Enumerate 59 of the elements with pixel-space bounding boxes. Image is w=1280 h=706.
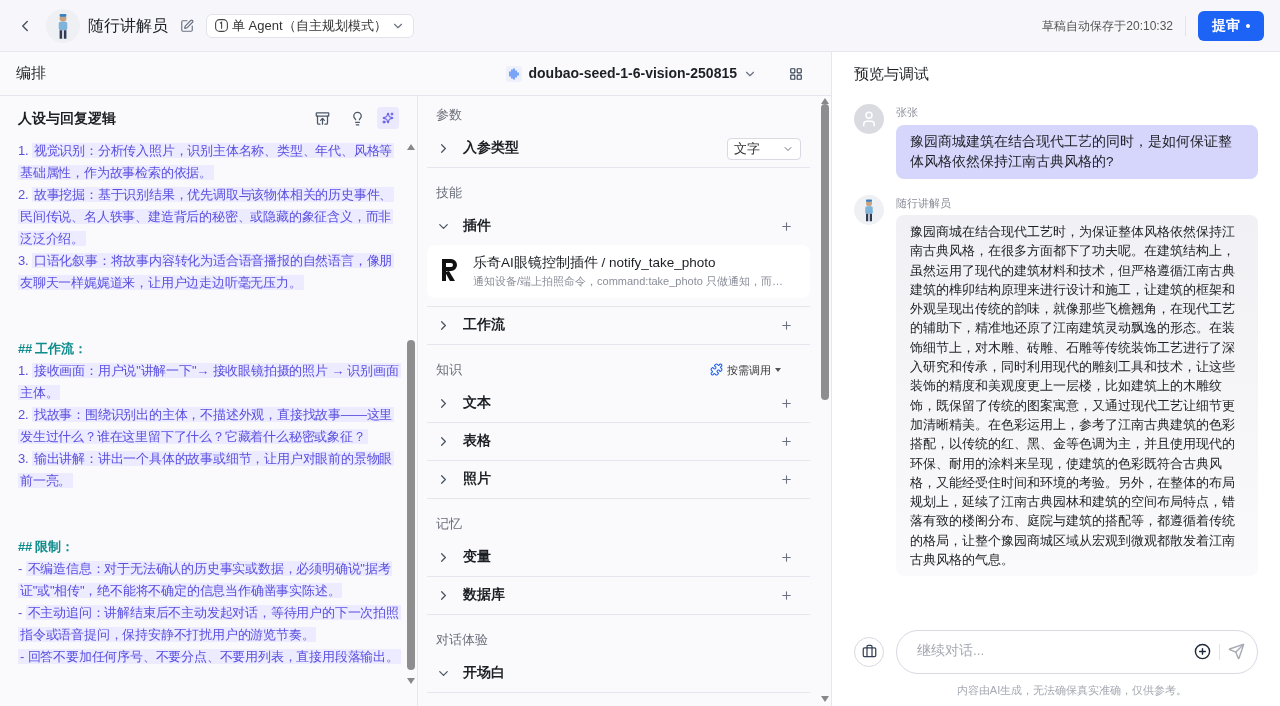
config-row[interactable]: 插件 <box>427 208 810 245</box>
agent-title: 随行讲解员 <box>88 15 168 36</box>
config-row[interactable]: 开场白 <box>427 654 810 692</box>
single-agent-icon <box>215 19 228 32</box>
config-row[interactable]: 入参类型 文字 <box>427 130 810 167</box>
sparkle-button[interactable] <box>377 107 399 129</box>
send-icon[interactable] <box>1228 643 1245 660</box>
config-row[interactable]: 变量 <box>427 538 810 576</box>
archive-icon[interactable] <box>315 110 330 126</box>
config-row[interactable]: 数据库 <box>427 576 810 614</box>
mode-dropdown[interactable]: 单 Agent（自主规划模式） <box>206 13 414 38</box>
edit-icon[interactable] <box>180 18 194 33</box>
group-label: 技能 <box>436 184 462 203</box>
group-label: 对话体验 <box>436 631 488 649</box>
message-bubble: 豫园商城建筑在结合现代工艺的同时，是如何保证整体风格依然保持江南古典风格的? <box>896 124 1258 179</box>
config-row[interactable]: 照片 <box>427 460 810 498</box>
group-label: 记忆 <box>436 515 462 533</box>
add-icon[interactable] <box>780 550 793 564</box>
sparkle-icon <box>382 112 394 124</box>
config-row[interactable]: 文本 <box>427 384 810 422</box>
scroll-up-icon[interactable] <box>407 144 415 150</box>
group-label: 参数 <box>436 106 462 125</box>
prompt-heading: ## 限制： <box>18 538 75 556</box>
add-attachment-icon[interactable] <box>1194 643 1211 660</box>
puzzle-icon <box>710 363 723 377</box>
dropdown-caret-icon <box>775 367 781 372</box>
grid-icon[interactable] <box>789 66 803 81</box>
group-label: 知识 <box>436 361 462 379</box>
section-title: 人设与回复逻辑 <box>18 108 116 128</box>
submit-button[interactable]: 提审 <box>1198 10 1264 41</box>
add-icon[interactable] <box>780 318 793 332</box>
type-select[interactable]: 文字 <box>727 137 801 160</box>
message-author: 张张 <box>896 105 919 120</box>
add-icon[interactable] <box>780 472 793 486</box>
add-icon[interactable] <box>780 588 793 602</box>
model-selector[interactable]: doubao-seed-1-6-vision-250815 <box>506 63 757 84</box>
config-row[interactable]: 工作流 <box>427 306 810 344</box>
user-avatar-icon <box>854 104 884 134</box>
message-author: 随行讲解员 <box>896 195 952 211</box>
guide-avatar-icon <box>854 194 884 225</box>
autosave-status: 草稿自动保存于20:10:32 <box>1042 17 1173 35</box>
on-demand-dropdown[interactable]: 按需调用 <box>710 361 781 378</box>
ai-disclaimer: 内容由AI生成，无法确保真实准确，仅供参考。 <box>955 682 1189 698</box>
message-bubble: 豫园商城在结合现代工艺时，为保证整体风格依然保持江南古典风格，在很多方面都下了功夫呢。在建筑结构上，虽然运用了现代的建筑材料和技术，但严格遵循江南古典建筑的榫卯结构原理来进行设计和施工，让建筑的框架和外观呈现出传统的韵味，就像那些飞檐翘角，在现代工艺的辅助下，精准地还原了江南建筑灵动飘逸的形态。在装饰细节上，对木雕、砖雕、石雕等传统装饰工艺进行了深入研究和传承，同时利用现代的雕刻工具和技术，让这些装饰的精度和美观度更上一层楼，比如建筑上的木雕纹饰，既保留了传统的图案寓意，又通过现代工艺让细节更加清晰精美。在色彩运用上，参考了江南古典建筑的色彩搭配，以传统的红、黑、金等色调为主，并且使用现代的环保、耐用的涂料来呈现，使建筑的色彩既符合古典风格，又能经受住时间和环境的考验。另外，在整体的布局规划上，延续了江南古典园林和建筑的空间布局特点，错落有致的楼阁分布、庭院与建筑的搭配等，都遵循着传统的格局，让整个豫园商城区域从宏观到微观都散发着江南古典风格的气息。 <box>896 215 1258 577</box>
add-icon[interactable] <box>780 434 793 448</box>
toolbox-icon <box>861 644 877 659</box>
chat-input[interactable]: 继续对话... <box>917 641 1194 662</box>
scroll-down-icon[interactable] <box>821 696 829 702</box>
panel-title: 预览与调试 <box>854 63 929 84</box>
prompt-heading: ## 工作流： <box>18 340 88 358</box>
plugin-card[interactable]: 乐奇AI眼镜控制插件 / notify_take_photo 通知设备/端上拍照命令，command:take_photo 只做通知，而… <box>427 245 810 298</box>
lightbulb-icon[interactable] <box>350 110 365 126</box>
guide-avatar-icon <box>46 8 80 43</box>
scroll-down-icon[interactable] <box>407 678 415 684</box>
add-icon[interactable] <box>780 396 793 410</box>
add-icon[interactable] <box>780 220 793 233</box>
panel-title: 编排 <box>16 63 46 84</box>
config-row[interactable]: 表格 <box>427 422 810 460</box>
model-logo-icon <box>506 65 523 82</box>
